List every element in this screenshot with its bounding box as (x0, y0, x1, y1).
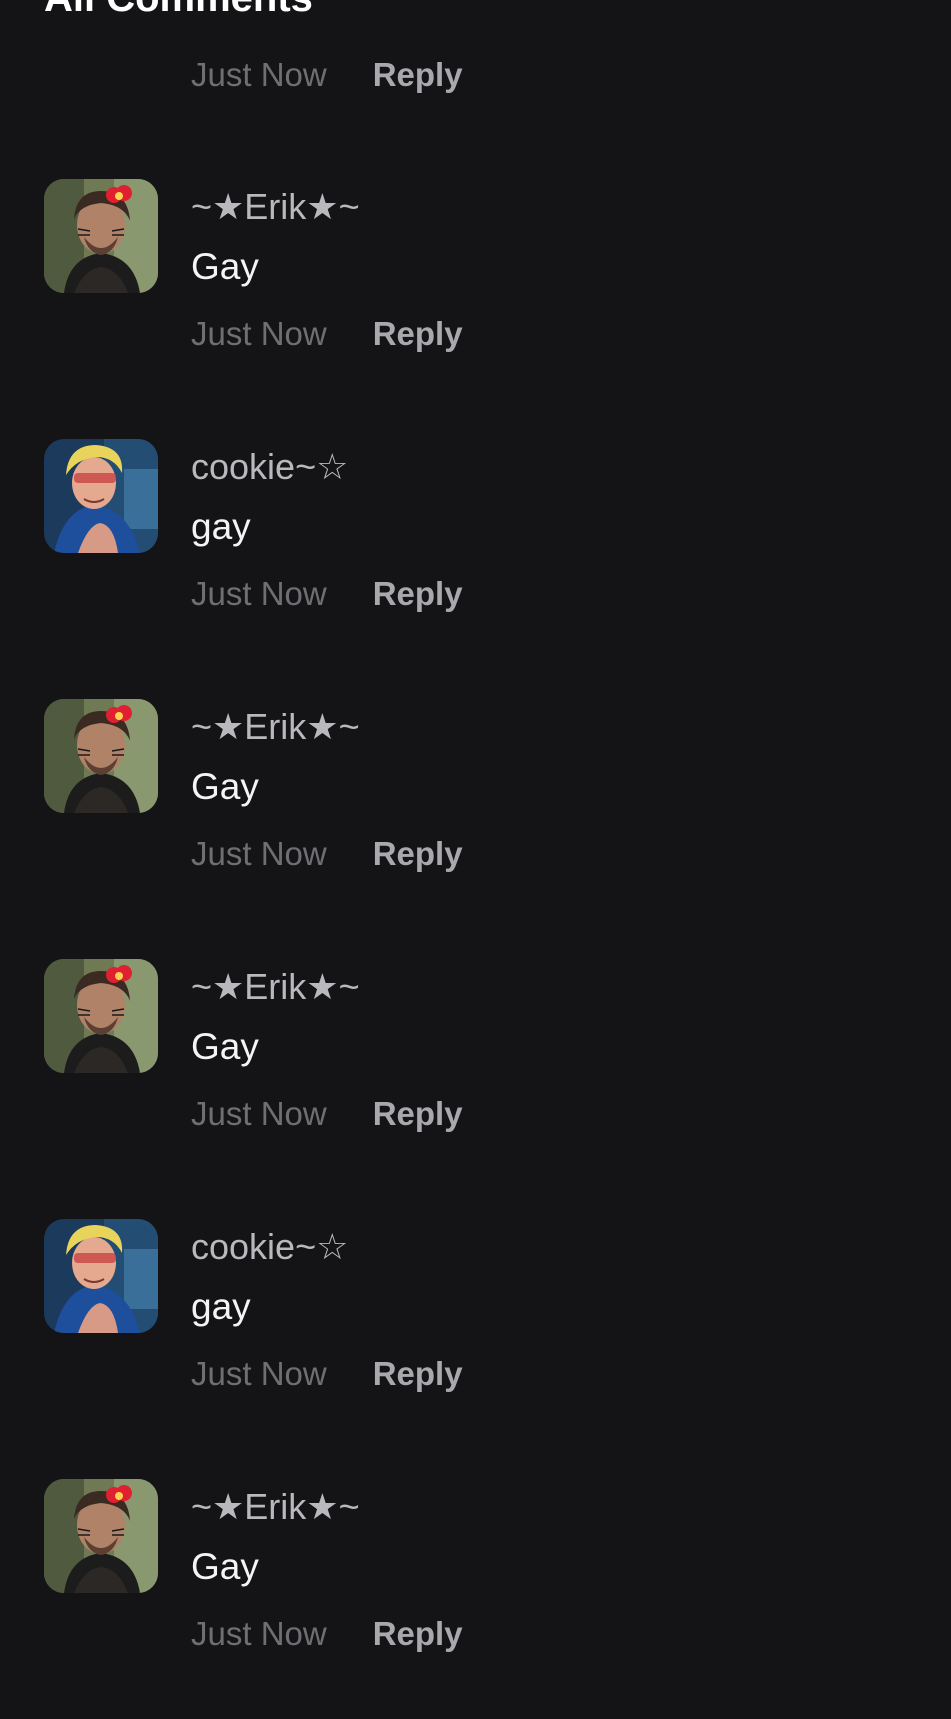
comment-author[interactable]: ~★Erik★~ (191, 707, 360, 747)
comment-author[interactable]: ~★Erik★~ (191, 967, 360, 1007)
comment-time: Just Now (191, 834, 327, 872)
reply-button[interactable]: Reply (373, 1617, 463, 1650)
comment-meta-row: Just Now Reply (191, 833, 463, 873)
comment-author[interactable]: ~★Erik★~ (191, 1487, 360, 1527)
comment-text: gay (191, 506, 251, 547)
avatar[interactable] (44, 959, 158, 1073)
reply-button[interactable]: Reply (373, 1097, 463, 1130)
comment-meta-row: Just Now Reply (191, 1093, 463, 1133)
comment-meta-row: Just Now Reply (191, 1353, 463, 1393)
comment-meta-row: Just Now Reply (191, 1613, 463, 1653)
erik-avatar-icon (44, 179, 158, 293)
comment-item: ~★Erik★~ Gay Just Now Reply (0, 1479, 951, 1719)
erik-avatar-icon (44, 699, 158, 813)
comment-time: Just Now (191, 1354, 327, 1392)
comment-item: ~★Erik★~ Gay Just Now Reply (0, 959, 951, 1199)
comment-author[interactable]: cookie~☆ (191, 447, 348, 487)
comment-meta-row: Just Now Reply (191, 313, 463, 353)
avatar[interactable] (44, 179, 158, 293)
comment-text: Gay (191, 1026, 259, 1067)
cookie-avatar-icon (44, 1219, 158, 1333)
comment-text: Gay (191, 766, 259, 807)
comment-author[interactable]: cookie~☆ (191, 1227, 348, 1267)
comment-text: Gay (191, 1546, 259, 1587)
erik-avatar-icon (44, 1479, 158, 1593)
comment-meta-row: Just Now Reply (191, 54, 463, 94)
comment-time: Just Now (191, 574, 327, 612)
comment-time: Just Now (191, 55, 327, 93)
comment-time: Just Now (191, 1614, 327, 1652)
erik-avatar-icon (44, 959, 158, 1073)
reply-button[interactable]: Reply (373, 577, 463, 610)
reply-button[interactable]: Reply (373, 837, 463, 870)
comment-time: Just Now (191, 1094, 327, 1132)
comment-item: cookie~☆ gay Just Now Reply (0, 1219, 951, 1459)
comment-author[interactable]: ~★Erik★~ (191, 187, 360, 227)
comment-meta-row: Just Now Reply (191, 573, 463, 613)
reply-button[interactable]: Reply (373, 317, 463, 350)
avatar[interactable] (44, 699, 158, 813)
section-title: All Comments (44, 0, 313, 18)
avatar[interactable] (44, 1479, 158, 1593)
comment-text: Gay (191, 246, 259, 287)
comment-item: ~★Erik★~ Gay Just Now Reply (0, 699, 951, 939)
reply-button[interactable]: Reply (373, 58, 463, 91)
comment-time: Just Now (191, 314, 327, 352)
avatar[interactable] (44, 439, 158, 553)
cookie-avatar-icon (44, 439, 158, 553)
comment-item: cookie~☆ gay Just Now Reply (0, 439, 951, 679)
comment-item: ~★Erik★~ Gay Just Now Reply (0, 179, 951, 419)
comment-text: gay (191, 1286, 251, 1327)
avatar[interactable] (44, 1219, 158, 1333)
reply-button[interactable]: Reply (373, 1357, 463, 1390)
